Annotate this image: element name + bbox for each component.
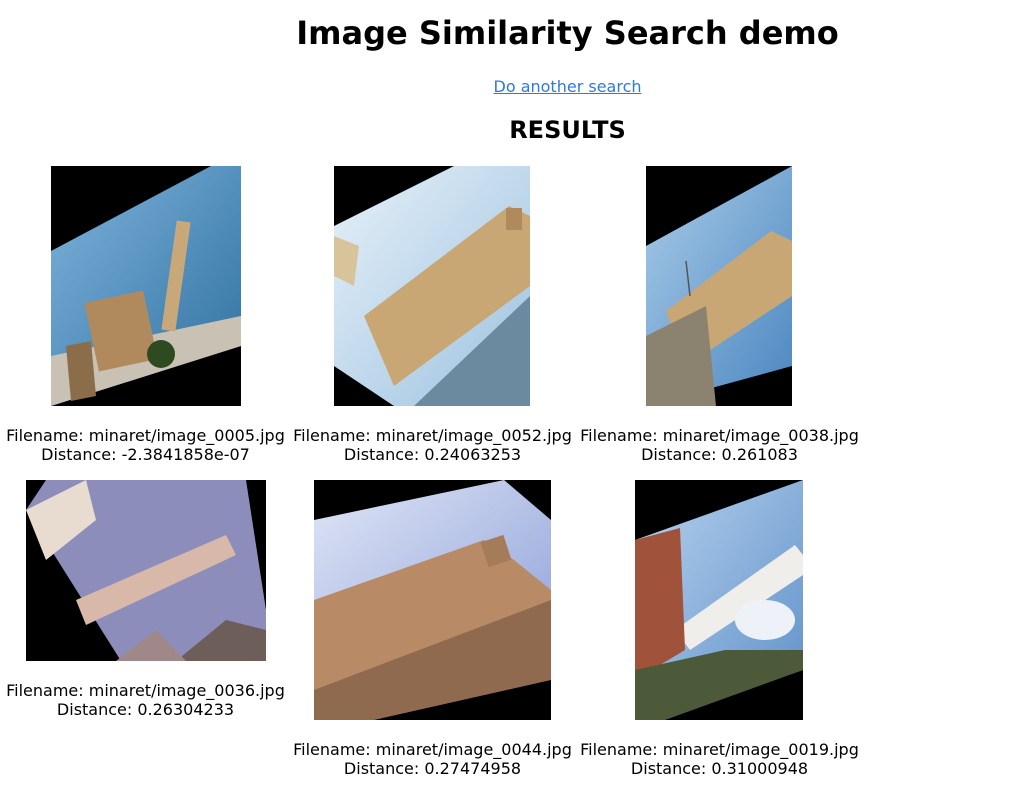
result-filename: Filename: minaret/image_0036.jpg xyxy=(6,681,285,700)
result-filename: Filename: minaret/image_0005.jpg xyxy=(6,426,285,445)
result-distance: Distance: 0.27474958 xyxy=(343,759,522,778)
result-caption-6: Filename: minaret/image_0019.jpg Distanc… xyxy=(576,740,863,778)
result-filename: Filename: minaret/image_0038.jpg xyxy=(580,426,859,445)
result-caption-5: Filename: minaret/image_0044.jpg Distanc… xyxy=(289,740,576,778)
result-image-3 xyxy=(646,166,792,406)
result-image-6 xyxy=(635,480,803,720)
result-image-4 xyxy=(26,480,266,661)
result-caption-2: Filename: minaret/image_0052.jpg Distanc… xyxy=(289,426,576,464)
result-image-5 xyxy=(314,480,551,720)
result-image-2 xyxy=(334,166,530,406)
page-title: Image Similarity Search demo xyxy=(296,14,839,52)
result-distance: Distance: -2.3841858e-07 xyxy=(41,445,250,464)
result-distance: Distance: 0.31000948 xyxy=(630,759,809,778)
result-image-1 xyxy=(51,166,241,406)
result-distance: Distance: 0.261083 xyxy=(641,445,798,464)
result-filename: Filename: minaret/image_0052.jpg xyxy=(293,426,572,445)
result-distance: Distance: 0.26304233 xyxy=(56,700,235,719)
result-filename: Filename: minaret/image_0044.jpg xyxy=(293,740,572,759)
result-filename: Filename: minaret/image_0019.jpg xyxy=(580,740,859,759)
result-caption-4: Filename: minaret/image_0036.jpg Distanc… xyxy=(2,681,289,719)
result-caption-3: Filename: minaret/image_0038.jpg Distanc… xyxy=(576,426,863,464)
results-heading: RESULTS xyxy=(509,116,626,144)
result-caption-1: Filename: minaret/image_0005.jpg Distanc… xyxy=(2,426,289,464)
do-another-search-link[interactable]: Do another search xyxy=(494,77,642,96)
result-distance: Distance: 0.24063253 xyxy=(343,445,522,464)
another-search-container: Do another search xyxy=(0,77,1011,96)
